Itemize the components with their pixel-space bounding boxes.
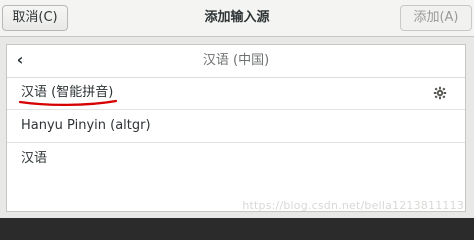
header-bar: 取消(C) 添加输入源 添加(A) xyxy=(0,0,474,37)
add-input-source-dialog: 取消(C) 添加输入源 添加(A) ‹ 汉语 (中国) 汉语 (智能拼音) Ha… xyxy=(0,0,474,218)
input-source-row[interactable]: Hanyu Pinyin (altgr) xyxy=(7,110,465,143)
add-button[interactable]: 添加(A) xyxy=(400,5,472,31)
input-source-row[interactable]: 汉语 xyxy=(7,143,465,176)
panel-header: ‹ 汉语 (中国) xyxy=(7,45,465,78)
input-source-label: Hanyu Pinyin (altgr) xyxy=(21,118,151,133)
input-source-panel: ‹ 汉语 (中国) 汉语 (智能拼音) Hanyu Pinyin (altgr)… xyxy=(6,44,466,212)
panel-title: 汉语 (中国) xyxy=(202,53,270,68)
watermark: https://blog.csdn.net/bella1213811113 xyxy=(242,199,464,212)
red-underline-annotation xyxy=(19,99,117,106)
gear-icon[interactable] xyxy=(433,86,447,100)
input-source-label: 汉语 xyxy=(21,151,48,166)
